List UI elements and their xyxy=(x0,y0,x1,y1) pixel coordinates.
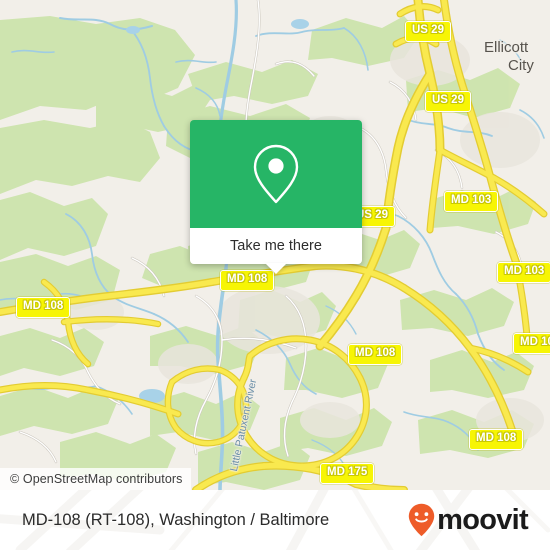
moovit-map-screenshot: Ellicott City Little Patuxent River US 2… xyxy=(0,0,550,550)
popup-pointer-tail xyxy=(265,263,287,274)
moovit-logo[interactable]: moovit xyxy=(408,503,529,537)
location-popup-card[interactable]: Take me there xyxy=(190,120,362,274)
road-shield-md-103-lower: MD 103 xyxy=(497,262,550,283)
location-caption: MD-108 (RT-108), Washington / Baltimore xyxy=(22,510,330,529)
map-canvas[interactable]: Ellicott City Little Patuxent River US 2… xyxy=(0,0,550,490)
road-shield-md-103-upper: MD 103 xyxy=(444,191,499,212)
road-shield-md-175: MD 175 xyxy=(320,463,375,484)
road-shield-md-108-west: MD 108 xyxy=(16,297,71,318)
bottom-caption-bar: MD-108 (RT-108), Washington / Baltimore … xyxy=(0,490,550,550)
road-shield-md-108-east: MD 108 xyxy=(348,344,403,365)
road-shield-md-10: MD 10 xyxy=(513,333,550,354)
road-shield-us-29-north: US 29 xyxy=(405,21,451,42)
popup-image-panel xyxy=(190,120,362,228)
map-pin-icon xyxy=(253,144,299,204)
road-shield-md-108-southeast: MD 108 xyxy=(469,429,524,450)
moovit-wordmark: moovit xyxy=(437,503,529,536)
take-me-there-label: Take me there xyxy=(230,238,322,254)
road-shield-us-29-mid: US 29 xyxy=(425,91,471,112)
osm-attribution[interactable]: © OpenStreetMap contributors xyxy=(0,468,191,490)
place-label-ellicott: Ellicott xyxy=(484,39,529,56)
place-label-city: City xyxy=(508,57,534,74)
moovit-smiley-pin-icon xyxy=(408,503,435,537)
popup-action-bar[interactable]: Take me there xyxy=(190,228,362,274)
